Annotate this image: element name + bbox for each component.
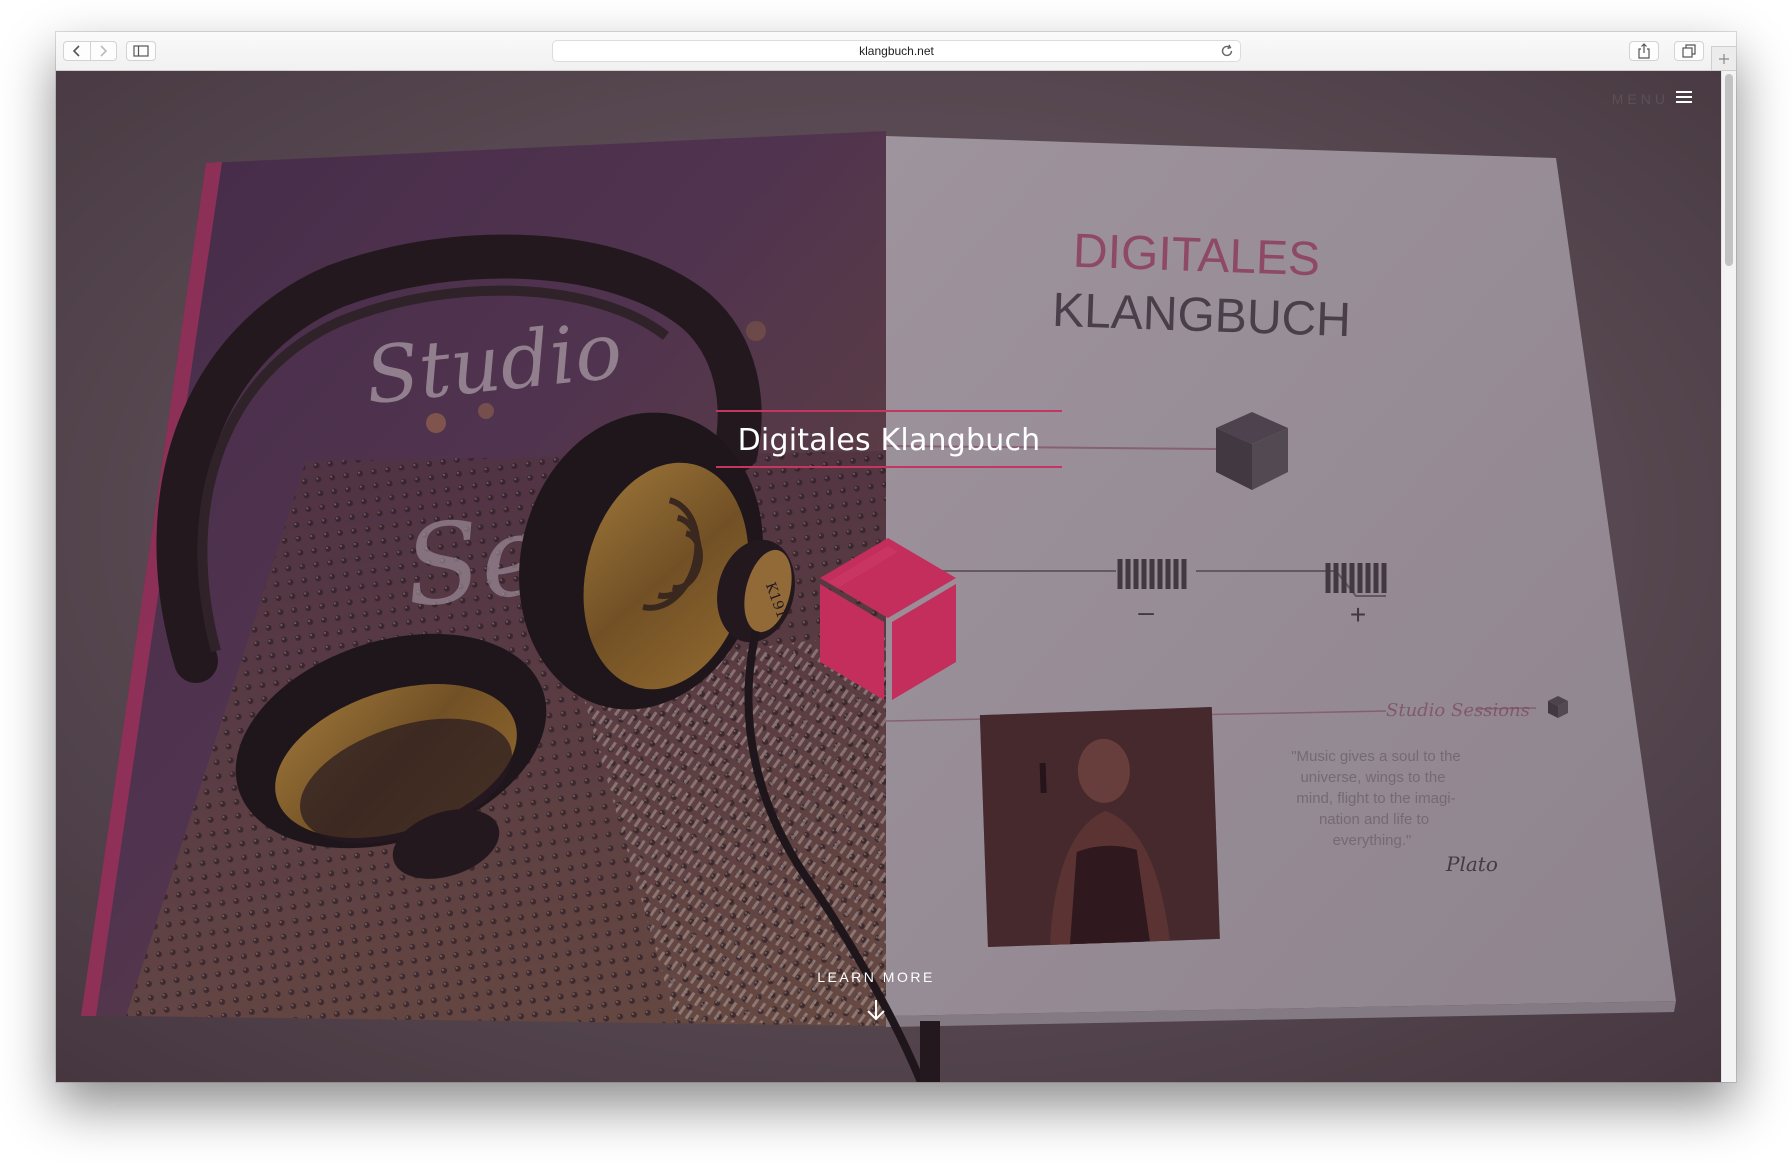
sidebar-icon (133, 45, 149, 57)
page-viewport: Studio Se DIGITALES KLANGBUCH – + Studio… (56, 71, 1721, 1082)
tabs-overview-button[interactable] (1674, 41, 1704, 61)
hero-title: Digitales Klangbuch (737, 423, 1041, 458)
arrow-down-icon[interactable] (864, 998, 888, 1022)
learn-more-link[interactable]: LEARN MORE (776, 969, 976, 985)
new-tab-button[interactable] (1711, 46, 1736, 70)
reload-icon[interactable] (1220, 44, 1234, 58)
forward-button[interactable] (89, 42, 117, 60)
share-button[interactable] (1629, 41, 1659, 61)
browser-window: klangbuch.net Studio Se DIGITALES KLANGB… (56, 32, 1736, 1082)
back-button[interactable] (64, 42, 90, 60)
page-scrollbar[interactable] (1721, 71, 1736, 1082)
share-icon (1638, 43, 1650, 59)
chevron-left-icon (72, 45, 80, 57)
history-nav (63, 41, 117, 61)
address-bar[interactable]: klangbuch.net (552, 40, 1241, 62)
hero-title-block: Digitales Klangbuch (716, 410, 1062, 468)
menu-label[interactable]: MENU (1612, 91, 1669, 107)
chevron-right-icon (100, 45, 108, 57)
tabs-icon (1682, 44, 1696, 58)
plus-icon (1719, 53, 1729, 64)
sidebar-button[interactable] (126, 41, 156, 61)
browser-toolbar: klangbuch.net (56, 32, 1736, 71)
scrollbar-thumb[interactable] (1725, 74, 1733, 266)
title-bottom-rule (716, 466, 1062, 468)
url-text: klangbuch.net (859, 44, 934, 58)
hamburger-menu-icon[interactable] (1674, 88, 1694, 106)
logo-cube-icon (820, 538, 956, 700)
